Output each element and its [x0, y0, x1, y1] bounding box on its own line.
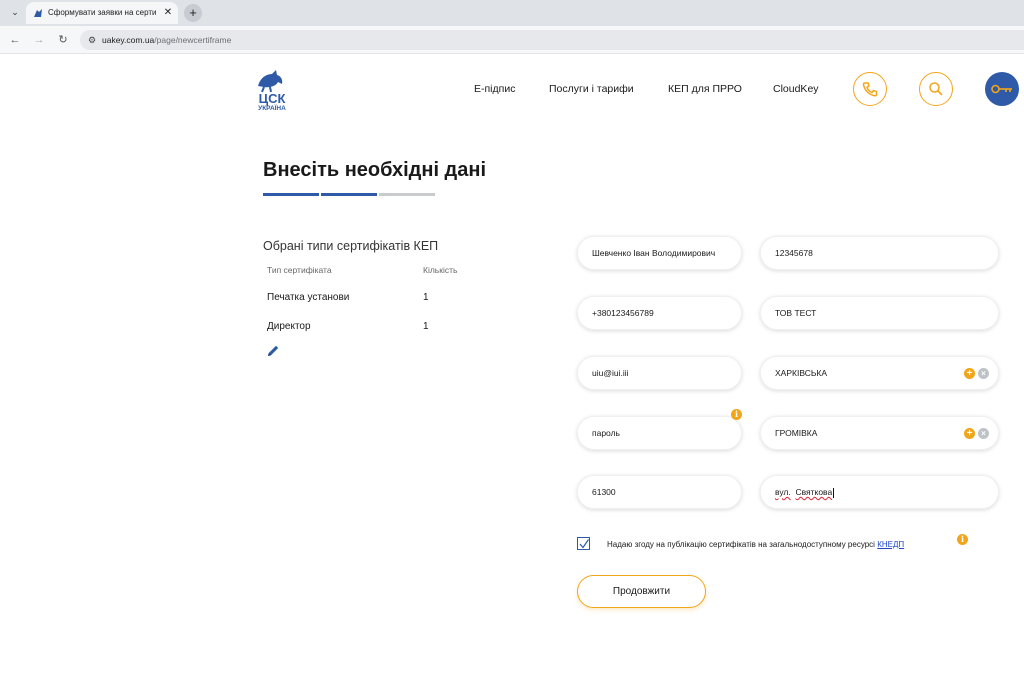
consent-checkbox[interactable]: [577, 537, 590, 550]
browser-tab-bar: ⌄ Сформувати заявки на сертиф ✕ +: [0, 0, 1024, 26]
edrpou-input[interactable]: 12345678: [760, 236, 999, 270]
selected-certificates-heading: Обрані типи сертифікатів КЕП: [263, 239, 439, 253]
city-value: ГРОМІВКА: [775, 428, 818, 438]
street-prefix: вул.: [775, 487, 791, 497]
step-indicator-2: [321, 193, 377, 196]
certificate-qty-cell: 1: [423, 321, 429, 332]
menu-item-services-tariffs[interactable]: Послуги і тарифи: [549, 82, 634, 96]
url-host: uakey.com.ua: [102, 35, 155, 45]
consent-info-icon[interactable]: i: [957, 534, 968, 545]
continue-button[interactable]: Продовжити: [577, 575, 706, 608]
tab-title: Сформувати заявки на сертиф: [48, 8, 156, 17]
new-tab-button[interactable]: +: [184, 4, 202, 22]
login-key-button[interactable]: [985, 72, 1019, 106]
logo-text-top: ЦСК: [258, 91, 286, 106]
menu-item-e-signature[interactable]: Е-підпис: [474, 82, 515, 96]
url-text: uakey.com.ua/page/newcertiframe: [102, 33, 231, 47]
search-button[interactable]: [919, 72, 953, 106]
organization-input[interactable]: ТОВ ТЕСТ: [760, 296, 999, 330]
search-icon: [929, 82, 943, 96]
organization-value: ТОВ ТЕСТ: [775, 308, 817, 318]
edit-pencil-icon[interactable]: [266, 344, 280, 358]
certificate-qty-cell: 1: [423, 292, 429, 303]
full-name-input[interactable]: Шевченко Іван Володимирович: [577, 236, 742, 270]
street-input[interactable]: вул. Святкова: [760, 475, 999, 509]
continue-button-label: Продовжити: [612, 586, 671, 597]
full-name-value: Шевченко Іван Володимирович: [592, 248, 716, 258]
clear-circle-icon[interactable]: ×: [978, 368, 989, 379]
phone-value: +380123456789: [592, 308, 654, 318]
postcode-input[interactable]: 61300: [577, 475, 742, 509]
browser-toolbar: ← → ↻ ⚙ uakey.com.ua/page/newcertiframe: [0, 26, 1024, 54]
kneddp-link[interactable]: КНЕДП: [877, 540, 904, 549]
step-indicator-1: [263, 193, 319, 196]
browser-tab[interactable]: Сформувати заявки на сертиф ✕: [26, 2, 178, 24]
forward-arrow-icon[interactable]: →: [32, 33, 46, 47]
add-circle-icon[interactable]: +: [964, 368, 975, 379]
checkmark-icon: [579, 539, 589, 549]
password-input[interactable]: пароль: [577, 416, 742, 450]
phone-button[interactable]: [853, 72, 887, 106]
clear-circle-icon[interactable]: ×: [978, 428, 989, 439]
text-cursor: [833, 487, 835, 498]
page-title: Внесіть необхідні дані: [263, 159, 487, 181]
back-arrow-icon[interactable]: ←: [8, 33, 22, 47]
key-icon: [991, 84, 1012, 94]
add-circle-icon[interactable]: +: [964, 428, 975, 439]
logo-text-bottom: УКРАЇНА: [258, 105, 286, 112]
phone-icon: [862, 82, 878, 97]
step-indicator-3: [379, 193, 435, 196]
street-name: Святкова: [795, 487, 833, 497]
email-value: uiu@iui.iii: [592, 368, 629, 378]
region-value: ХАРКІВСЬКА: [775, 368, 828, 378]
logo-text: ЦСК УКРАЇНА: [252, 92, 292, 113]
city-select[interactable]: ГРОМІВКА + ×: [760, 416, 999, 450]
edrpou-value: 12345678: [775, 248, 813, 258]
consent-text: Надаю згоду на публікацію сертифікатів н…: [607, 539, 904, 551]
tab-close-icon[interactable]: ✕: [162, 6, 174, 20]
email-input[interactable]: uiu@iui.iii: [577, 356, 742, 390]
site-favicon-icon: [34, 9, 42, 17]
street-value: вул. Святкова: [775, 486, 835, 498]
column-header-quantity: Кількість: [423, 265, 458, 275]
menu-item-kep-prro[interactable]: КЕП для ПРРО: [668, 82, 742, 96]
region-select[interactable]: ХАРКІВСЬКА + ×: [760, 356, 999, 390]
reload-icon[interactable]: ↻: [56, 33, 70, 47]
password-info-icon[interactable]: i: [731, 409, 742, 420]
certificate-type-cell: Печатка установи: [267, 292, 350, 303]
password-value: пароль: [592, 428, 620, 438]
phone-input[interactable]: +380123456789: [577, 296, 742, 330]
column-header-type: Тип сертифіката: [267, 265, 332, 275]
address-bar[interactable]: ⚙ uakey.com.ua/page/newcertiframe: [80, 30, 1024, 50]
region-field-icons: + ×: [964, 368, 990, 380]
menu-item-cloudkey[interactable]: CloudKey: [773, 82, 819, 96]
certificate-type-cell: Директор: [267, 321, 311, 332]
postcode-value: 61300: [592, 487, 616, 497]
url-path: /page/newcertiframe: [154, 35, 232, 45]
consent-label: Надаю згоду на публікацію сертифікатів н…: [607, 540, 875, 549]
city-field-icons: + ×: [964, 428, 990, 440]
tab-search-chevron-icon[interactable]: ⌄: [8, 5, 22, 19]
site-info-icon[interactable]: ⚙: [86, 33, 98, 47]
